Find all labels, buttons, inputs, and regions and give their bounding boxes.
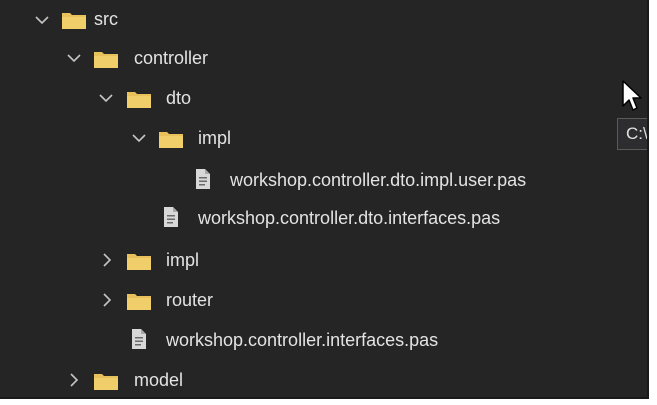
chevron-down-icon[interactable] <box>131 130 147 146</box>
mouse-pointer-icon <box>622 80 646 114</box>
tooltip-text: C:\ <box>626 124 648 143</box>
tree-item-model[interactable]: model <box>0 362 647 397</box>
chevron-down-icon[interactable] <box>66 50 82 66</box>
tree-item-controller[interactable]: controller <box>0 40 647 76</box>
tree-item-label: src <box>94 9 118 29</box>
tree-item-label: router <box>166 290 214 310</box>
folder-icon <box>93 49 119 69</box>
chevron-right-icon[interactable] <box>99 292 115 308</box>
tree-item-file-controller-interfaces[interactable]: workshop.controller.interfaces.pas <box>0 322 647 358</box>
tree-item-label: model <box>134 370 184 390</box>
tree-item-impl-collapsed[interactable]: impl <box>0 242 647 278</box>
tree-item-label: workshop.controller.dto.interfaces.pas <box>198 208 501 228</box>
folder-icon <box>126 251 152 271</box>
tree-item-label: workshop.controller.interfaces.pas <box>166 330 439 350</box>
folder-icon <box>93 371 119 391</box>
folder-icon <box>158 129 184 149</box>
tree-item-label: dto <box>166 88 192 108</box>
tree-item-router[interactable]: router <box>0 282 647 318</box>
tree-item-src[interactable]: src <box>0 2 647 38</box>
chevron-right-icon[interactable] <box>66 372 82 388</box>
tree-item-label: impl <box>166 250 200 270</box>
tree-item-label: controller <box>134 48 209 68</box>
path-tooltip: C:\ <box>617 118 648 150</box>
tree-item-file-dto-impl-user[interactable]: workshop.controller.dto.impl.user.pas <box>0 162 647 198</box>
tree-item-label: workshop.controller.dto.impl.user.pas <box>230 170 527 190</box>
folder-icon <box>126 291 152 311</box>
file-icon <box>130 328 148 350</box>
chevron-right-icon[interactable] <box>99 252 115 268</box>
chevron-down-icon[interactable] <box>34 12 50 28</box>
tree-item-file-dto-interfaces[interactable]: workshop.controller.dto.interfaces.pas <box>0 200 647 236</box>
chevron-down-icon[interactable] <box>98 90 114 106</box>
folder-icon <box>61 10 87 30</box>
file-explorer-tree: src controller dto impl workshop.control… <box>0 0 649 399</box>
file-icon <box>194 168 212 190</box>
tree-item-impl-expanded[interactable]: impl <box>0 120 610 156</box>
file-icon <box>162 206 180 228</box>
folder-icon <box>126 89 152 109</box>
tree-item-label: impl <box>198 128 232 148</box>
tree-item-dto[interactable]: dto <box>0 80 647 116</box>
